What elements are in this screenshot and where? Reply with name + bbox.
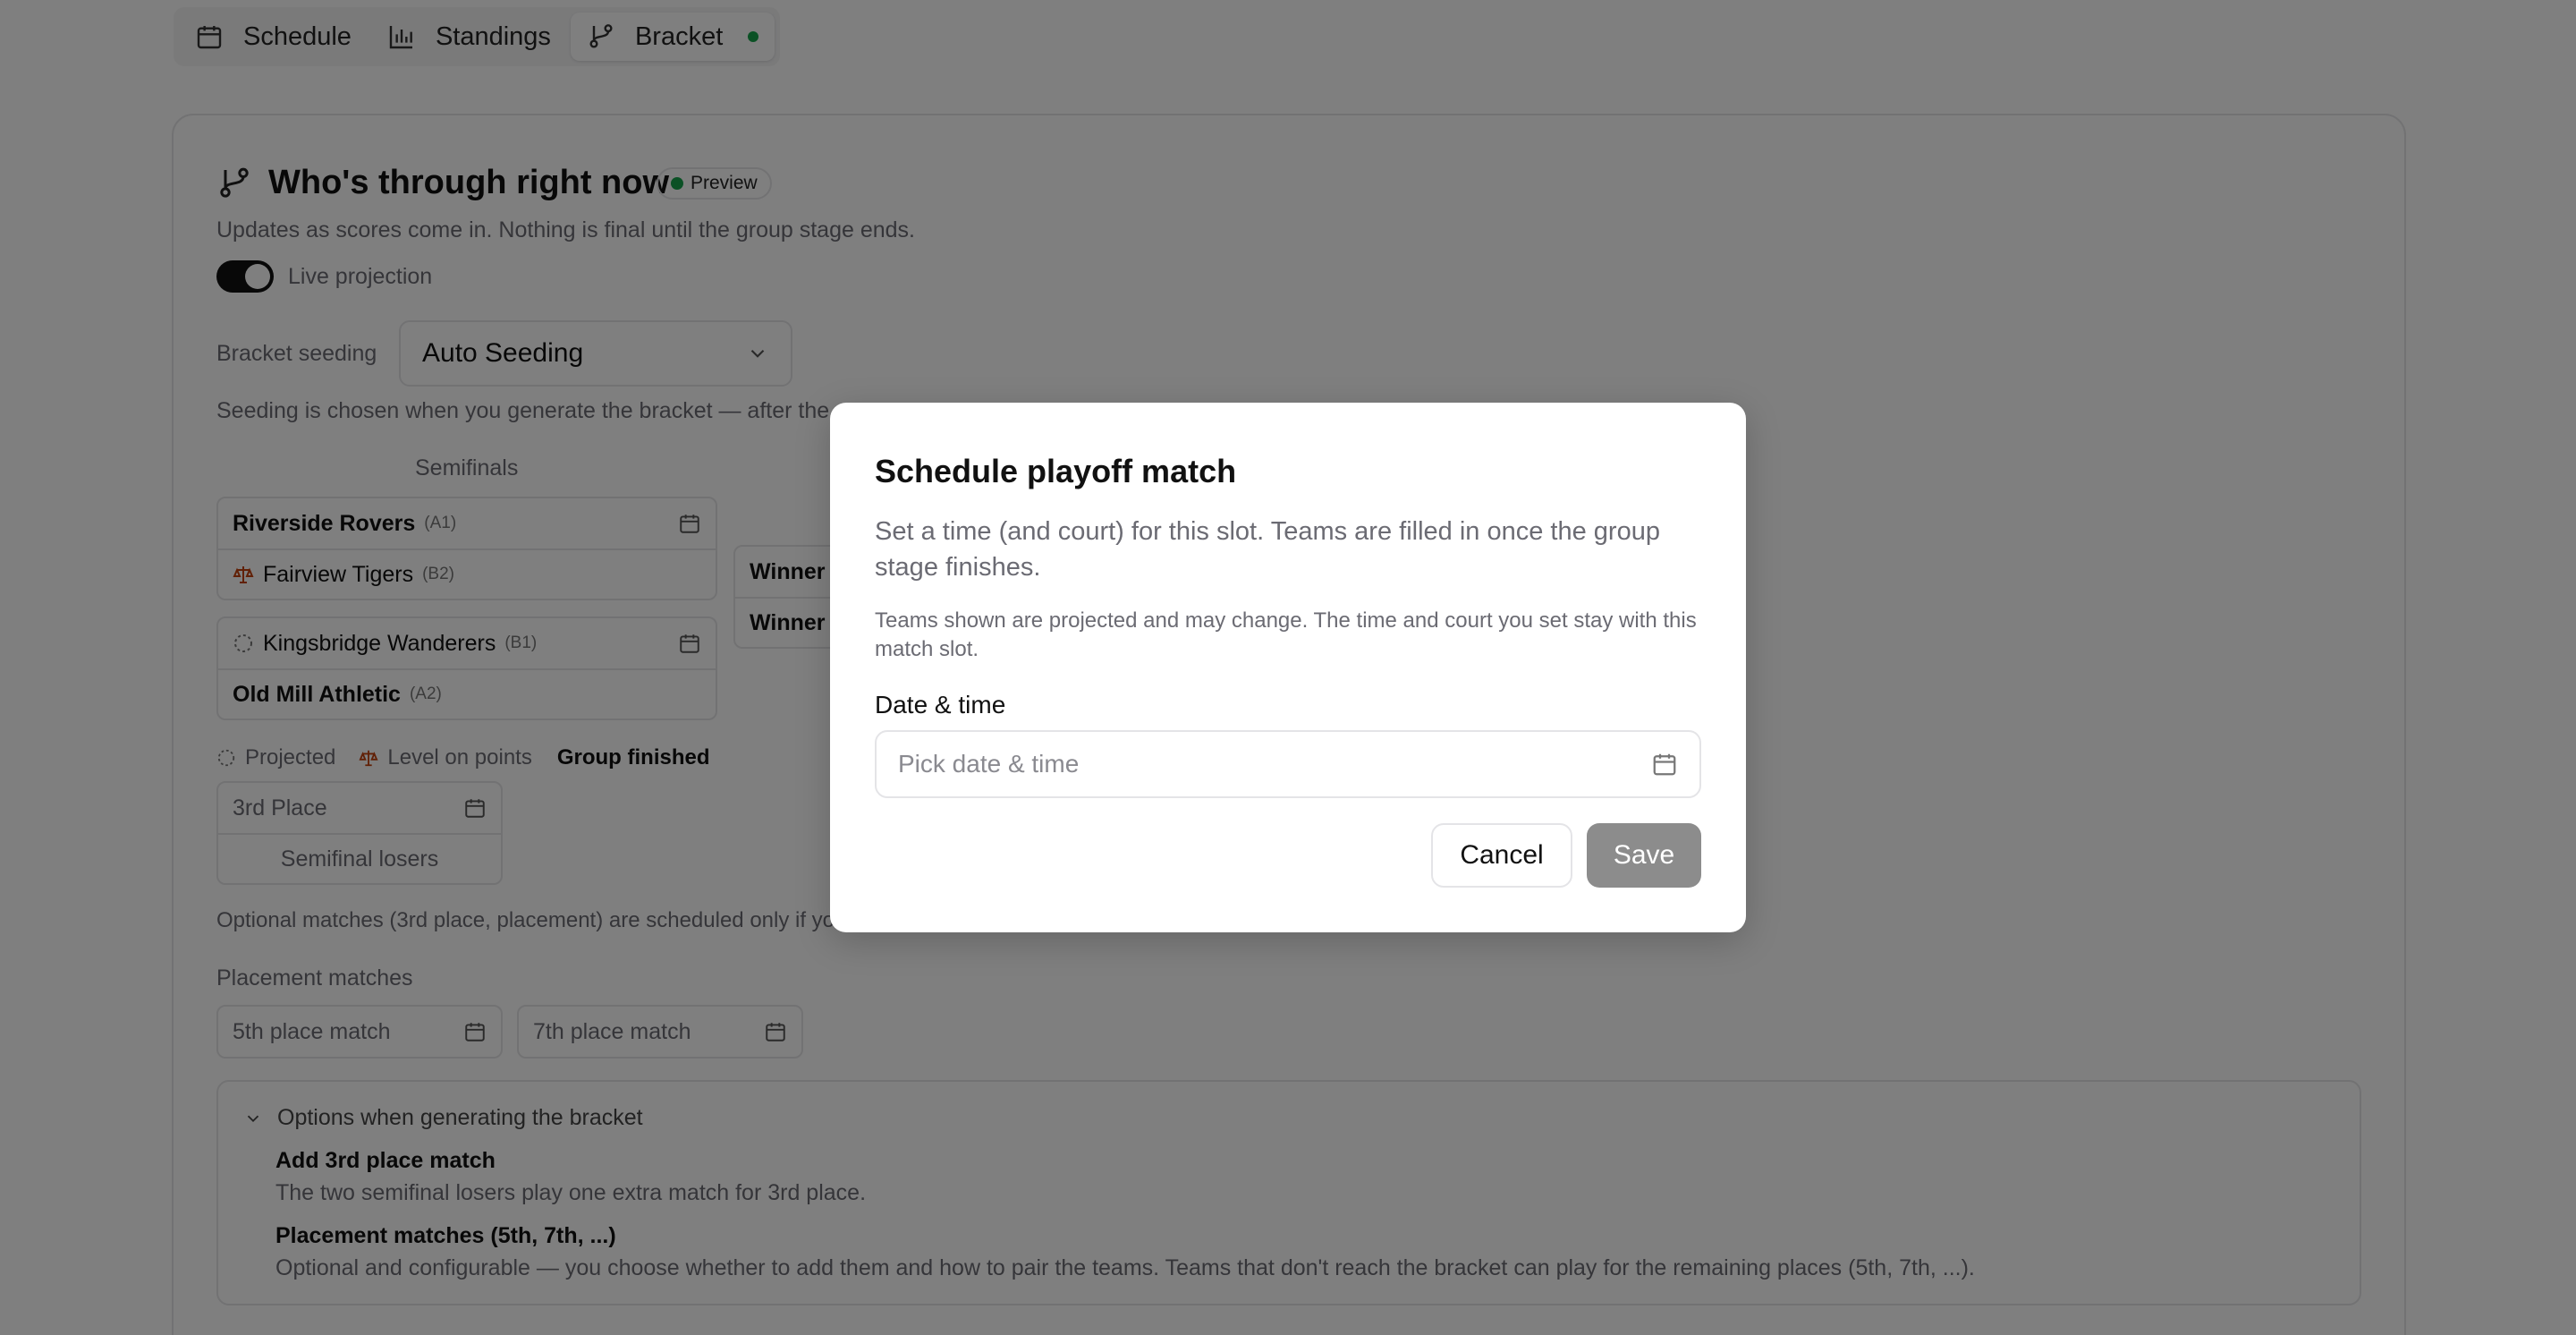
dialog-title: Schedule playoff match: [875, 453, 1237, 489]
cancel-button[interactable]: Cancel: [1431, 823, 1572, 888]
schedule-dialog: Schedule playoff match Set a time (and c…: [830, 403, 1746, 932]
dialog-actions: Cancel Save: [1431, 823, 1701, 888]
date-time-input[interactable]: Pick date & time: [875, 730, 1701, 798]
dialog-note: Teams shown are projected and may change…: [875, 608, 1697, 661]
dialog-description: Set a time (and court) for this slot. Te…: [875, 517, 1660, 582]
save-button[interactable]: Save: [1587, 823, 1701, 888]
date-time-placeholder: Pick date & time: [898, 750, 1080, 778]
date-time-label: Date & time: [875, 691, 1006, 719]
calendar-icon[interactable]: [1651, 751, 1678, 778]
